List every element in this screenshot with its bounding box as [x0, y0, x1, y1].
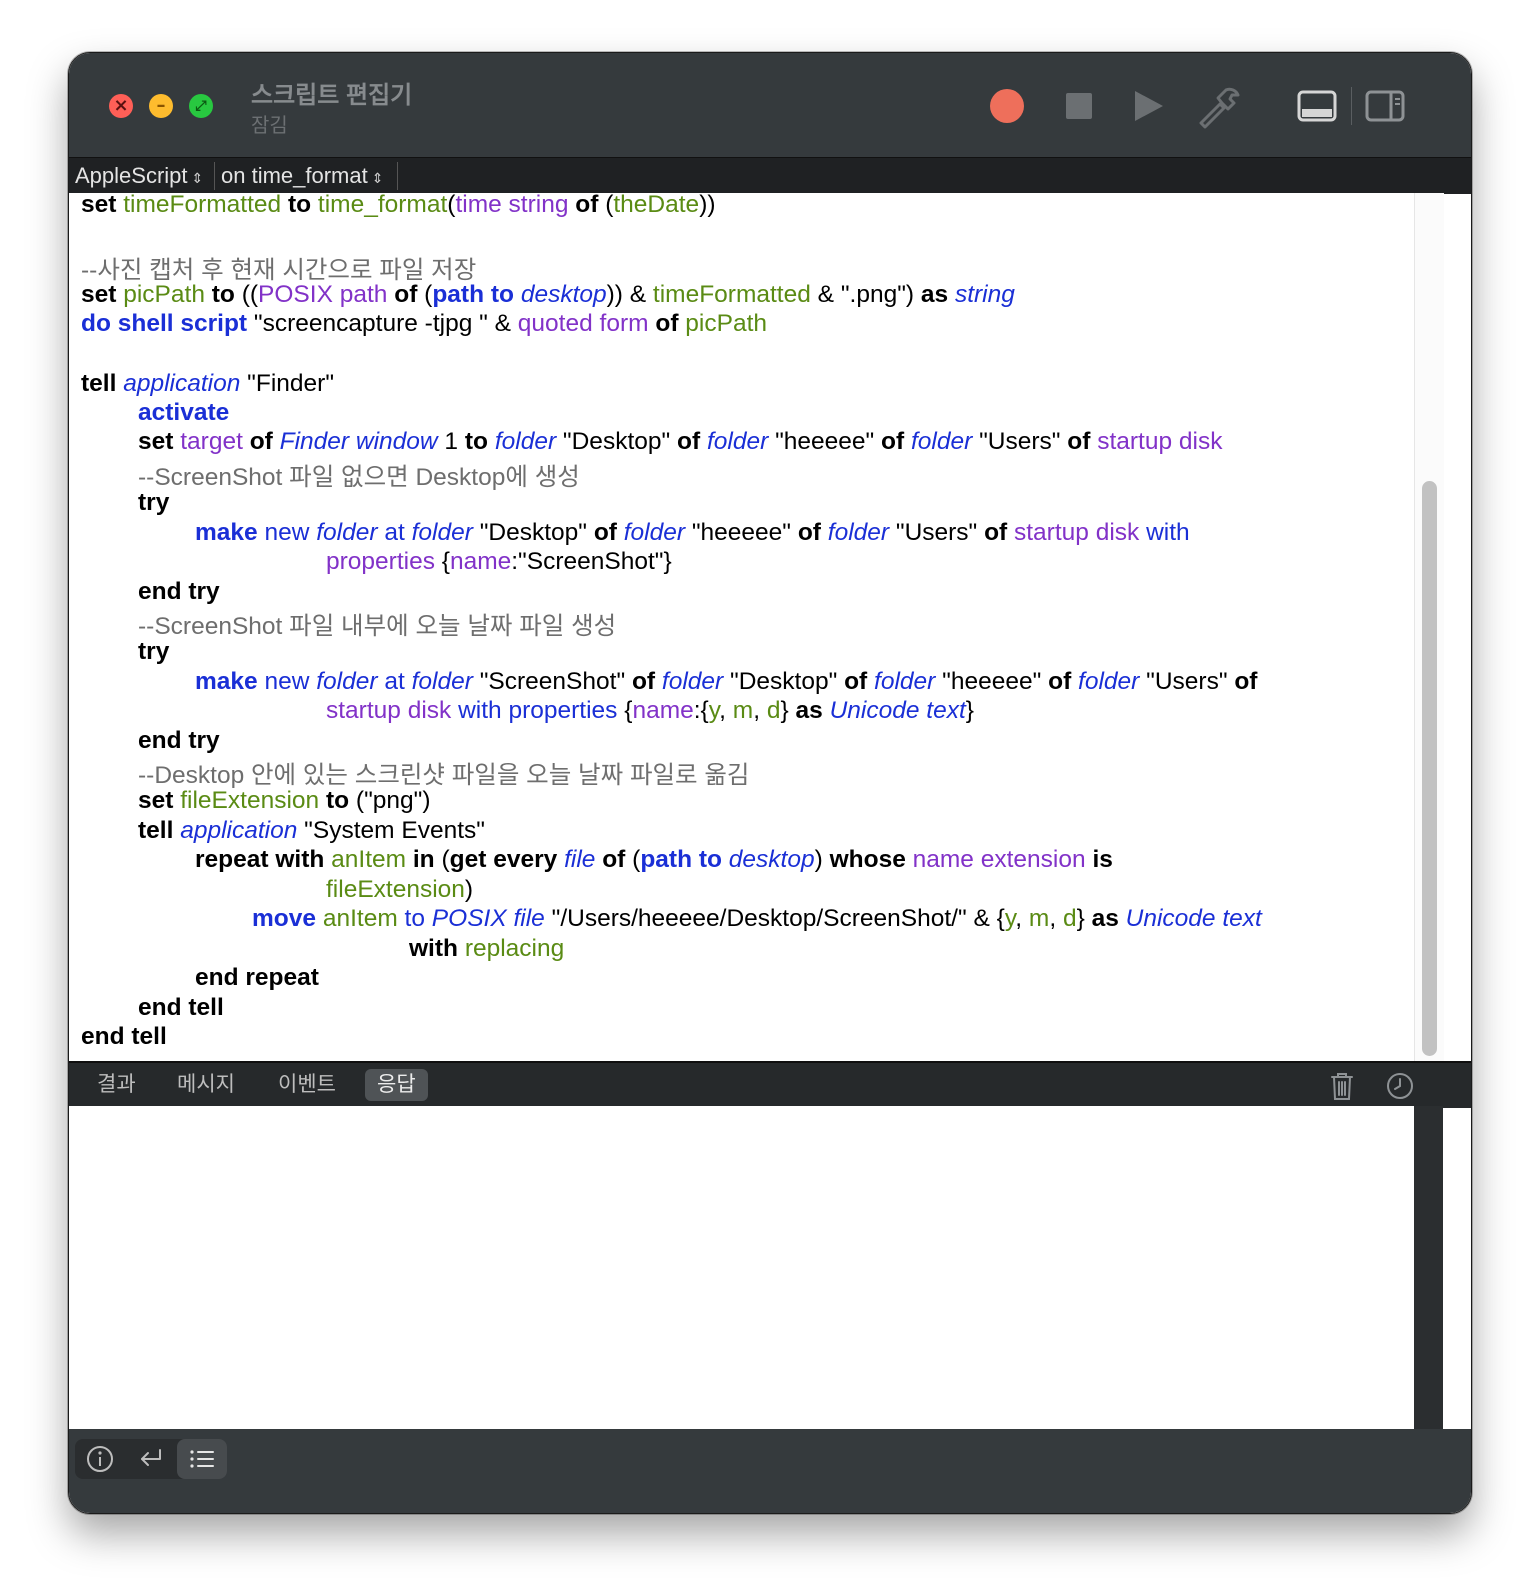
record-button[interactable] [984, 83, 1030, 129]
code-line: set timeFormatted to time_format(time st… [81, 193, 716, 218]
code-line: do shell script "screencapture -tjpg " &… [81, 310, 768, 337]
language-label: AppleScript [75, 163, 188, 188]
title-bar: × – ⤢ 스크립트 편집기 잠김 [69, 53, 1471, 157]
show-log-pane-button[interactable] [1294, 83, 1340, 129]
code-line: end try [138, 578, 220, 605]
nav-divider [397, 162, 398, 190]
side-pane-icon [1365, 90, 1405, 122]
code-line: end try [138, 727, 220, 754]
run-button[interactable] [1124, 83, 1170, 129]
window-subtitle: 잠김 [251, 115, 288, 137]
code-line: tell application "System Events" [138, 817, 485, 844]
log-scrollbar[interactable] [1414, 1106, 1443, 1429]
tab-events[interactable]: 이벤트 [266, 1069, 348, 1101]
chevron-updown-icon: ⇕ [371, 171, 384, 187]
log-content-area[interactable] [69, 1106, 1414, 1429]
trash-icon [1331, 1073, 1353, 1100]
code-line: activate [138, 399, 230, 426]
window-title: 스크립트 편집기 [251, 82, 413, 109]
code-line: set target of Finder window 1 to folder … [138, 428, 1223, 455]
zoom-icon: ⤢ [195, 98, 207, 114]
list-icon [190, 1450, 214, 1468]
tab-messages[interactable]: 메시지 [165, 1069, 247, 1101]
chevron-updown-icon: ⇕ [191, 171, 204, 187]
script-editor-window: × – ⤢ 스크립트 편집기 잠김 AppleScript ⇕ on time_… [68, 52, 1472, 1514]
code-line: set picPath to ((POSIX path of (path to … [81, 281, 1015, 308]
stop-icon [1066, 93, 1092, 119]
code-line: move anItem to POSIX file "/Users/heeeee… [252, 905, 1262, 932]
play-icon [1135, 91, 1163, 121]
code-line: end tell [138, 994, 224, 1021]
description-button[interactable] [75, 1439, 125, 1479]
view-switcher [75, 1439, 227, 1479]
code-line: startup disk with properties {name:{y, m… [326, 697, 974, 724]
script-editor[interactable]: set timeFormatted to time_format(time st… [69, 193, 1414, 1061]
toolbar-divider [1351, 87, 1352, 125]
code-line: tell application "Finder" [81, 370, 335, 397]
language-selector[interactable]: AppleScript ⇕ [69, 158, 213, 194]
history-button[interactable] [1383, 1069, 1417, 1103]
result-button[interactable] [126, 1439, 176, 1479]
navigation-bar: AppleScript ⇕ on time_format ⇕ [69, 157, 1471, 194]
log-tab-bar: 결과 메시지 이벤트 응답 [69, 1061, 1471, 1108]
comment-line: --Desktop 안에 있는 스크린샷 파일을 오늘 날짜 파일로 옮김 [138, 762, 750, 789]
handler-selector[interactable]: on time_format ⇕ [215, 158, 399, 194]
code-line: make new folder at folder "ScreenShot" o… [195, 668, 1258, 695]
code-line: repeat with anItem in (get every file of… [195, 846, 1113, 873]
code-line: properties {name:"ScreenShot"} [326, 548, 672, 575]
close-button[interactable]: × [109, 94, 133, 118]
minimize-button[interactable]: – [149, 94, 173, 118]
zoom-button[interactable]: ⤢ [189, 94, 213, 118]
minimize-icon: – [156, 95, 166, 116]
editor-scrollbar[interactable] [1414, 193, 1444, 1061]
code-line: end repeat [195, 964, 319, 991]
bottom-pane-icon [1297, 90, 1337, 122]
code-line: make new folder at folder "Desktop" of f… [195, 519, 1190, 546]
return-arrow-icon [141, 1449, 161, 1466]
stop-button[interactable] [1056, 83, 1102, 129]
show-side-pane-button[interactable] [1362, 83, 1408, 129]
scrollbar-thumb[interactable] [1422, 481, 1437, 1056]
code-line: set fileExtension to ("png") [138, 787, 431, 814]
tab-replies[interactable]: 응답 [365, 1069, 428, 1101]
comment-line: --ScreenShot 파일 없으면 Desktop에 생성 [138, 464, 580, 491]
comment-line: --ScreenShot 파일 내부에 오늘 날짜 파일 생성 [138, 613, 617, 640]
close-icon: × [113, 95, 129, 116]
hammer-icon [1199, 87, 1240, 129]
code-line: try [138, 489, 170, 516]
code-line: end tell [81, 1023, 167, 1050]
clear-log-button[interactable] [1325, 1069, 1359, 1103]
log-button[interactable] [177, 1439, 227, 1479]
clock-icon [1387, 1073, 1413, 1099]
code-line: fileExtension) [326, 876, 474, 903]
compile-button[interactable] [1196, 83, 1242, 129]
record-icon [990, 89, 1024, 123]
bottom-bar [69, 1429, 1471, 1513]
code-line: with replacing [409, 935, 565, 962]
handler-label: on time_format [221, 163, 368, 188]
code-line: try [138, 638, 170, 665]
info-icon [87, 1446, 113, 1472]
tab-result[interactable]: 결과 [85, 1069, 148, 1101]
